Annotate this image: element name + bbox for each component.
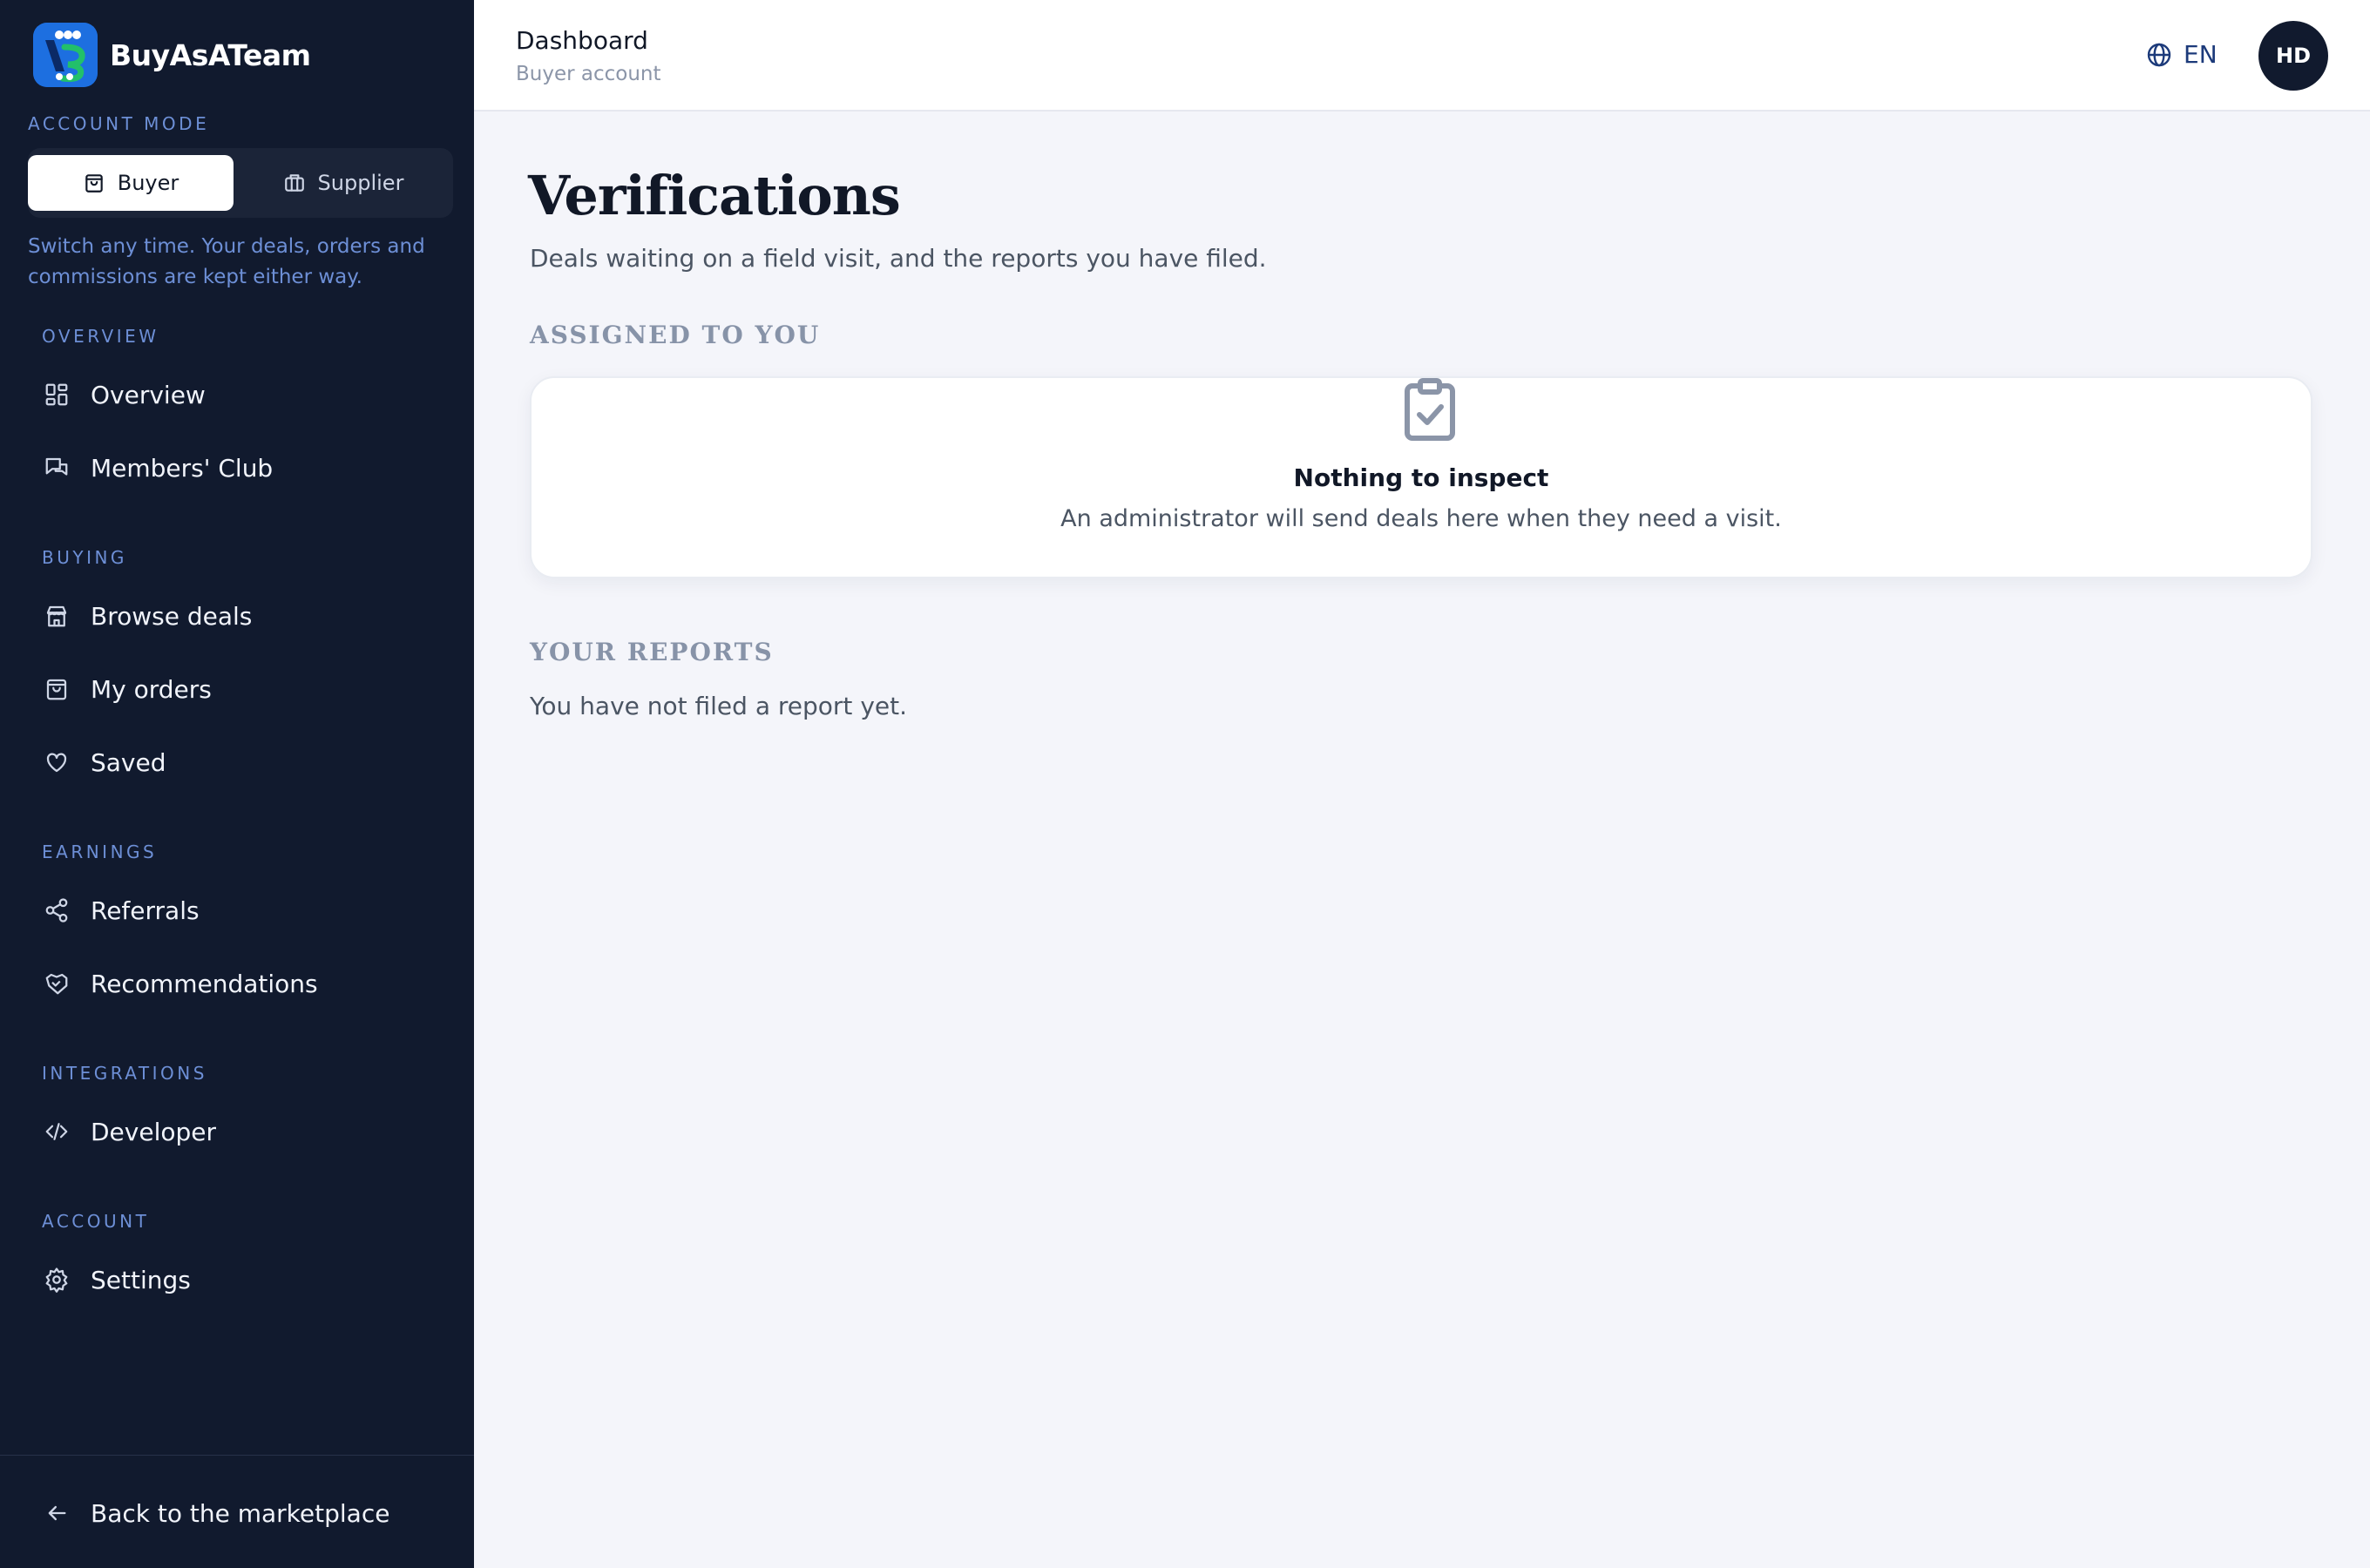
sidebar-item-referrals[interactable]: Referrals [42, 889, 200, 932]
nav-section-account: ACCOUNT [42, 1211, 150, 1232]
brand[interactable]: BuyAsATeam [33, 23, 311, 87]
globe-icon [2145, 41, 2173, 69]
handshake-icon [42, 969, 71, 998]
nav-section-overview: OVERVIEW [42, 326, 159, 347]
chat-icon [42, 453, 71, 483]
clipboard-check-icon [1403, 378, 1457, 441]
store-icon [42, 601, 71, 631]
page-title: Verifications [528, 164, 901, 227]
share-icon [42, 896, 71, 925]
sidebar-item-label: My orders [91, 674, 212, 704]
topbar-subtitle: Buyer account [516, 63, 661, 85]
grid-icon [42, 380, 71, 409]
sidebar-item-label: Overview [91, 380, 206, 409]
back-link-label: Back to the marketplace [91, 1498, 390, 1528]
page-subtitle: Deals waiting on a field visit, and the … [530, 244, 1267, 273]
language-label: EN [2184, 40, 2218, 69]
empty-state-title: Nothing to inspect [1293, 463, 1549, 492]
reports-heading: YOUR REPORTS [530, 638, 774, 666]
briefcase-icon [283, 172, 306, 194]
empty-state-description: An administrator will send deals here wh… [1060, 505, 1782, 532]
sidebar-item-label: Members' Club [91, 453, 274, 483]
bag-icon [83, 172, 105, 194]
topbar: Dashboard Buyer account EN HD [474, 0, 2370, 112]
sidebar-item-browse-deals[interactable]: Browse deals [42, 594, 252, 638]
sidebar-item-saved[interactable]: Saved [42, 740, 166, 784]
topbar-title: Dashboard [516, 26, 648, 55]
sidebar-item-label: Browse deals [91, 601, 253, 631]
sidebar-item-label: Recommendations [91, 969, 318, 998]
avatar[interactable]: HD [2258, 21, 2328, 91]
brand-logo-icon [33, 23, 98, 87]
assigned-heading: ASSIGNED TO YOU [530, 321, 821, 349]
sidebar-item-recommendations[interactable]: Recommendations [42, 962, 318, 1005]
nav-section-earnings: EARNINGS [42, 841, 158, 862]
main-content: Verifications Deals waiting on a field v… [474, 113, 2370, 1568]
account-mode-toggle: Buyer Supplier [28, 148, 453, 218]
account-mode-hint: Switch any time. Your deals, orders and … [28, 235, 425, 288]
sidebar-item-label: Settings [91, 1265, 191, 1294]
sidebar-item-my-orders[interactable]: My orders [42, 667, 212, 711]
sidebar-item-label: Referrals [91, 896, 200, 925]
heart-icon [42, 747, 71, 777]
sidebar-item-developer[interactable]: Developer [42, 1110, 216, 1153]
arrow-left-icon [42, 1498, 71, 1528]
brand-name: BuyAsATeam [110, 37, 311, 72]
supplier-mode-button[interactable]: Supplier [240, 155, 446, 211]
gear-icon [42, 1265, 71, 1294]
assigned-empty-card: Nothing to inspect An administrator will… [530, 376, 2312, 578]
sidebar-item-overview[interactable]: Overview [42, 373, 206, 416]
buyer-mode-label: Buyer [117, 171, 179, 195]
reports-empty-text: You have not filed a report yet. [530, 692, 907, 720]
back-to-marketplace-link[interactable]: Back to the marketplace [42, 1491, 389, 1535]
sidebar-item-label: Saved [91, 747, 166, 777]
sidebar-item-settings[interactable]: Settings [42, 1258, 191, 1301]
supplier-mode-label: Supplier [317, 171, 404, 195]
language-switcher[interactable]: EN [2145, 40, 2218, 69]
sidebar: BuyAsATeam ACCOUNT MODE Buyer Supplier S… [0, 0, 474, 1568]
nav-section-buying: BUYING [42, 547, 127, 568]
sidebar-item-label: Developer [91, 1117, 217, 1146]
sidebar-item-members-club[interactable]: Members' Club [42, 446, 273, 490]
sidebar-divider [0, 1455, 474, 1456]
account-mode-label: ACCOUNT MODE [28, 113, 210, 134]
buyer-mode-button[interactable]: Buyer [28, 155, 234, 211]
code-icon [42, 1117, 71, 1146]
nav-section-integrations: INTEGRATIONS [42, 1063, 207, 1084]
bag-icon [42, 674, 71, 704]
